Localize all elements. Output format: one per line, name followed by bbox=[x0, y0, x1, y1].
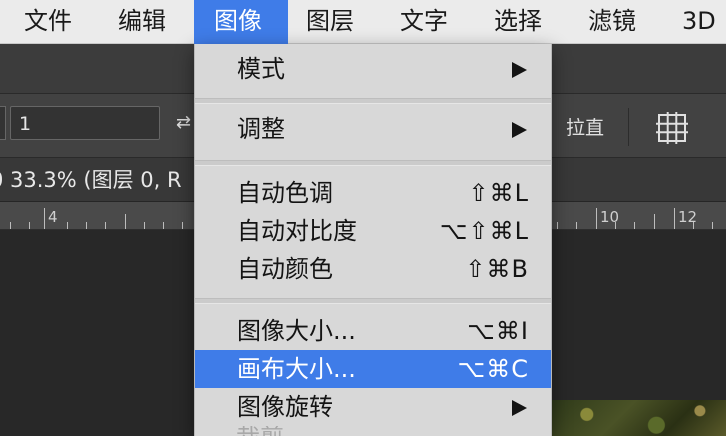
menu-item-label: 调整 bbox=[237, 115, 285, 143]
menu-item-auto-contrast[interactable]: 自动对比度 ⌥⇧⌘L bbox=[195, 212, 551, 250]
menu-item-label: 图像旋转 bbox=[237, 393, 333, 421]
menu-select[interactable]: 选择 bbox=[480, 0, 556, 44]
ruler-label-4: 4 bbox=[48, 208, 58, 226]
menu-item-mode[interactable]: 模式 bbox=[195, 50, 551, 88]
menu-item-canvas-size[interactable]: 画布大小... ⌥⌘C bbox=[195, 350, 551, 388]
menu-edit[interactable]: 编辑 bbox=[104, 0, 180, 44]
menu-item-label: 自动色调 bbox=[237, 179, 333, 207]
menu-file[interactable]: 文件 bbox=[10, 0, 86, 44]
menu-item-shortcut: ⇧⌘L bbox=[468, 179, 529, 207]
menu-item-shortcut: ⌥⇧⌘L bbox=[439, 217, 529, 245]
document-image[interactable] bbox=[552, 400, 726, 436]
submenu-arrow-icon bbox=[512, 62, 527, 78]
menu-item-shortcut: ⌥⌘I bbox=[467, 317, 529, 345]
menu-item-image-size[interactable]: 图像大小... ⌥⌘I bbox=[195, 312, 551, 350]
submenu-arrow-icon bbox=[512, 122, 527, 138]
menu-item-label: 图像大小... bbox=[237, 317, 356, 345]
menu-item-shortcut: ⇧⌘B bbox=[465, 255, 529, 283]
menu-item-label: 自动对比度 bbox=[237, 217, 357, 245]
menu-bar: 文件 编辑 图像 图层 文字 选择 滤镜 3D bbox=[0, 0, 726, 44]
swap-icon[interactable]: ⇄ bbox=[176, 112, 196, 134]
menu-3d[interactable]: 3D bbox=[668, 0, 726, 44]
menu-item-adjustments[interactable]: 调整 bbox=[195, 110, 551, 148]
menu-separator bbox=[195, 98, 551, 104]
ratio-input[interactable]: 1 bbox=[10, 106, 160, 140]
menu-item-crop-partial[interactable]: 裁剪 bbox=[236, 426, 284, 436]
menu-item-image-rotation[interactable]: 图像旋转 bbox=[195, 388, 551, 426]
menu-type[interactable]: 文字 bbox=[386, 0, 462, 44]
menu-filter[interactable]: 滤镜 bbox=[574, 0, 650, 44]
menu-separator bbox=[195, 160, 551, 166]
menu-item-shortcut: ⌥⌘C bbox=[457, 355, 529, 383]
menu-layer[interactable]: 图层 bbox=[292, 0, 368, 44]
ruler-label-12: 12 bbox=[678, 208, 698, 226]
ruler-label-10: 10 bbox=[600, 208, 620, 226]
menu-item-auto-tone[interactable]: 自动色调 ⇧⌘L bbox=[195, 174, 551, 212]
image-menu-dropdown: 模式 调整 自动色调 ⇧⌘L 自动对比度 ⌥⇧⌘L 自动颜色 ⇧⌘B 图像大小.… bbox=[194, 44, 552, 436]
options-left-field[interactable] bbox=[0, 106, 6, 140]
menu-item-label: 自动颜色 bbox=[237, 255, 333, 283]
menu-separator bbox=[195, 298, 551, 304]
menu-item-label: 模式 bbox=[237, 55, 285, 83]
menu-image[interactable]: 图像 bbox=[194, 0, 288, 44]
menu-item-auto-color[interactable]: 自动颜色 ⇧⌘B bbox=[195, 250, 551, 288]
submenu-arrow-icon bbox=[512, 400, 527, 416]
document-tab-title[interactable]: 0 33.3% (图层 0, R bbox=[0, 166, 182, 194]
straighten-button[interactable]: 拉直 bbox=[566, 116, 604, 140]
grid-overlay-icon[interactable] bbox=[656, 112, 688, 144]
menu-item-label: 画布大小... bbox=[237, 355, 356, 383]
options-divider bbox=[628, 108, 629, 146]
